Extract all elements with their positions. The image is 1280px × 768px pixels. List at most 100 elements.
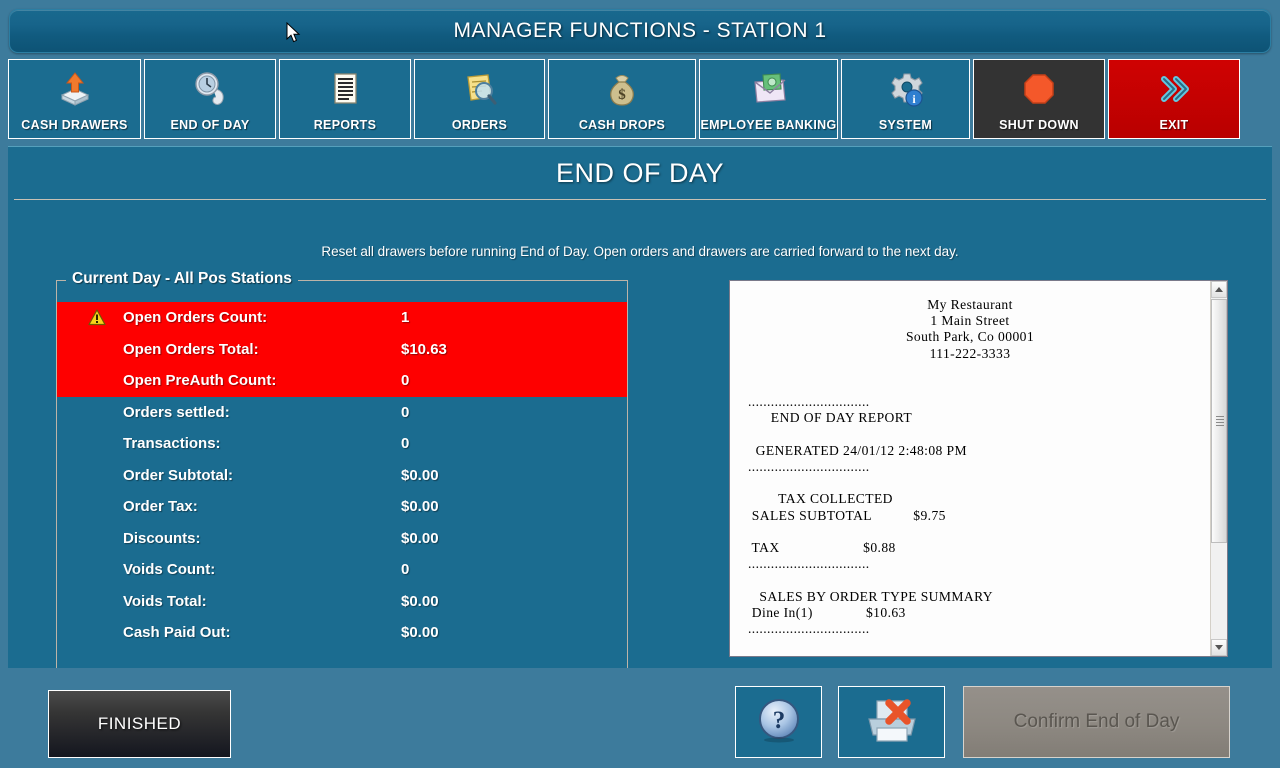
summary-row: Transactions: 0 <box>57 428 627 460</box>
title-divider <box>14 199 1266 200</box>
window-titlebar: MANAGER FUNCTIONS - STATION 1 <box>9 9 1271 53</box>
summary-row-value: 0 <box>401 372 410 390</box>
stop-octagon-icon <box>1019 67 1059 111</box>
footer-bar: FINISHED ? Confirm End of Day <box>0 668 1280 768</box>
receipt-line: 111-222-3333 <box>929 345 1011 361</box>
receipt-line: ................................ <box>748 556 870 572</box>
money-bag-icon: $ <box>602 67 642 111</box>
receipt-line <box>748 378 1192 394</box>
toolbar-button-label: CASH DROPS <box>578 118 666 132</box>
summary-row-label: Voids Count: <box>123 561 216 579</box>
receipt-line <box>748 362 1192 378</box>
summary-row-value: 0 <box>401 561 410 579</box>
svg-text:$: $ <box>618 87 626 103</box>
svg-text:?: ? <box>772 707 785 734</box>
toolbar-button-shut-down[interactable]: SHUT DOWN <box>973 59 1105 139</box>
toolbar-button-cash-drops[interactable]: $ CASH DROPS <box>548 59 696 139</box>
summary-row-value: 0 <box>401 435 410 453</box>
finished-button[interactable]: FINISHED <box>48 690 231 758</box>
groupbox-title: Current Day - All Pos Stations <box>66 270 298 288</box>
summary-row-value: $0.00 <box>401 624 439 642</box>
summary-row-value: $0.00 <box>401 498 439 516</box>
page-hint-text: Reset all drawers before running End of … <box>321 244 959 259</box>
summary-row: Orders settled: 0 <box>57 397 627 429</box>
toolbar-button-label: END OF DAY <box>170 118 250 132</box>
manager-functions-screen: MANAGER FUNCTIONS - STATION 1 CASH DRAWE… <box>0 0 1280 768</box>
toolbar-button-cash-drawers[interactable]: CASH DRAWERS <box>8 59 141 139</box>
summary-row: Cash Paid Out: $0.00 <box>57 617 627 649</box>
receipt-line: ................................ <box>748 459 870 475</box>
scrollbar-grip-icon <box>1216 416 1224 426</box>
toolbar-button-label: REPORTS <box>313 118 377 132</box>
receipt-line <box>748 427 1192 443</box>
report-document-icon <box>325 67 365 111</box>
summary-row-label: Orders settled: <box>123 403 230 421</box>
receipt-line: SALES SUBTOTAL $9.75 <box>748 507 946 523</box>
gear-info-icon: i <box>886 67 926 111</box>
receipt-line: TAX COLLECTED <box>748 491 893 507</box>
cancel-print-button[interactable] <box>838 686 945 758</box>
warning-triangle-icon <box>71 309 123 326</box>
printer-cancel-icon <box>861 695 923 750</box>
summary-row-value: $0.00 <box>401 592 439 610</box>
toolbar-button-system[interactable]: i SYSTEM <box>841 59 970 139</box>
receipt-line: South Park, Co 00001 <box>905 329 1035 345</box>
clock-icon <box>190 67 230 111</box>
summary-row-label: Voids Total: <box>123 592 207 610</box>
summary-row-label: Order Subtotal: <box>123 466 234 484</box>
receipt-scrollbar[interactable] <box>1210 281 1227 656</box>
receipt-preview-panel: My Restaurant 1 Main Street South Park, Co… <box>729 280 1228 657</box>
receipt-line: My Restaurant <box>927 297 1013 312</box>
toolbar-button-reports[interactable]: REPORTS <box>279 59 411 139</box>
window-title: MANAGER FUNCTIONS - STATION 1 <box>453 19 827 42</box>
question-mark-icon: ? <box>756 697 802 748</box>
summary-row-label: Transactions: <box>123 435 221 453</box>
summary-row-label: Cash Paid Out: <box>123 624 231 642</box>
receipt-line <box>748 524 1192 540</box>
scroll-down-arrow-icon[interactable] <box>1211 639 1227 656</box>
summary-row-label: Discounts: <box>123 529 201 547</box>
scrollbar-thumb[interactable] <box>1211 299 1227 543</box>
receipt-line: END OF DAY REPORT <box>748 410 913 426</box>
summary-row: Order Subtotal: $0.00 <box>57 460 627 492</box>
summary-row-value: 1 <box>401 309 410 327</box>
magnifier-document-icon <box>460 67 500 111</box>
receipt-text: My Restaurant 1 Main Street South Park, Co… <box>730 281 1210 656</box>
toolbar-button-exit[interactable]: EXIT <box>1108 59 1240 139</box>
summary-row: Open Orders Total: $10.63 <box>57 333 627 365</box>
receipt-line: ................................ <box>748 621 870 637</box>
toolbar-button-end-of-day[interactable]: END OF DAY <box>144 59 276 139</box>
content-panel: END OF DAY Reset all drawers before runn… <box>8 146 1272 768</box>
receipt-line: Dine In(1) $10.63 <box>748 604 906 620</box>
summary-row: Open Orders Count: 1 <box>57 302 627 334</box>
receipt-line: SUBTOTAL BY ITEM TYPE <box>748 653 1192 656</box>
help-button[interactable]: ? <box>735 686 822 758</box>
toolbar-button-employee-banking[interactable]: EMPLOYEE BANKING <box>699 59 838 139</box>
summary-row: Discounts: $0.00 <box>57 523 627 555</box>
receipt-line <box>748 572 1192 588</box>
confirm-end-of-day-button[interactable]: Confirm End of Day <box>963 686 1230 758</box>
cash-drawer-icon <box>55 67 95 111</box>
summary-row: Open PreAuth Count: 0 <box>57 365 627 397</box>
toolbar-button-label: CASH DRAWERS <box>21 118 128 132</box>
receipt-line: TAX $0.88 <box>748 540 896 556</box>
summary-rows: Open Orders Count: 1 Open Orders Total: $10… <box>57 281 627 649</box>
toolbar-button-label: EXIT <box>1159 118 1189 132</box>
receipt-line: GENERATED 24/01/12 2:48:08 PM <box>748 442 967 458</box>
receipt-line: ................................ <box>748 394 870 410</box>
toolbar-button-label: SYSTEM <box>878 118 933 132</box>
summary-row-label: Open Orders Count: <box>123 309 268 327</box>
scroll-up-arrow-icon[interactable] <box>1211 281 1227 298</box>
summary-row-value: $10.63 <box>401 340 447 358</box>
toolbar-button-orders[interactable]: ORDERS <box>414 59 545 139</box>
summary-row-value: $0.00 <box>401 529 439 547</box>
manager-toolbar: CASH DRAWERS END OF DAY REPORTS ORDERS $ CASH… <box>8 59 1272 139</box>
summary-row-value: $0.00 <box>401 466 439 484</box>
receipt-line: SALES BY ORDER TYPE SUMMARY <box>748 588 994 604</box>
summary-row-value: 0 <box>401 403 410 421</box>
summary-row: Voids Count: 0 <box>57 554 627 586</box>
summary-row-label: Open Orders Total: <box>123 340 259 358</box>
envelope-money-icon <box>749 67 789 111</box>
receipt-line <box>748 637 1192 653</box>
toolbar-button-label: SHUT DOWN <box>999 118 1079 132</box>
